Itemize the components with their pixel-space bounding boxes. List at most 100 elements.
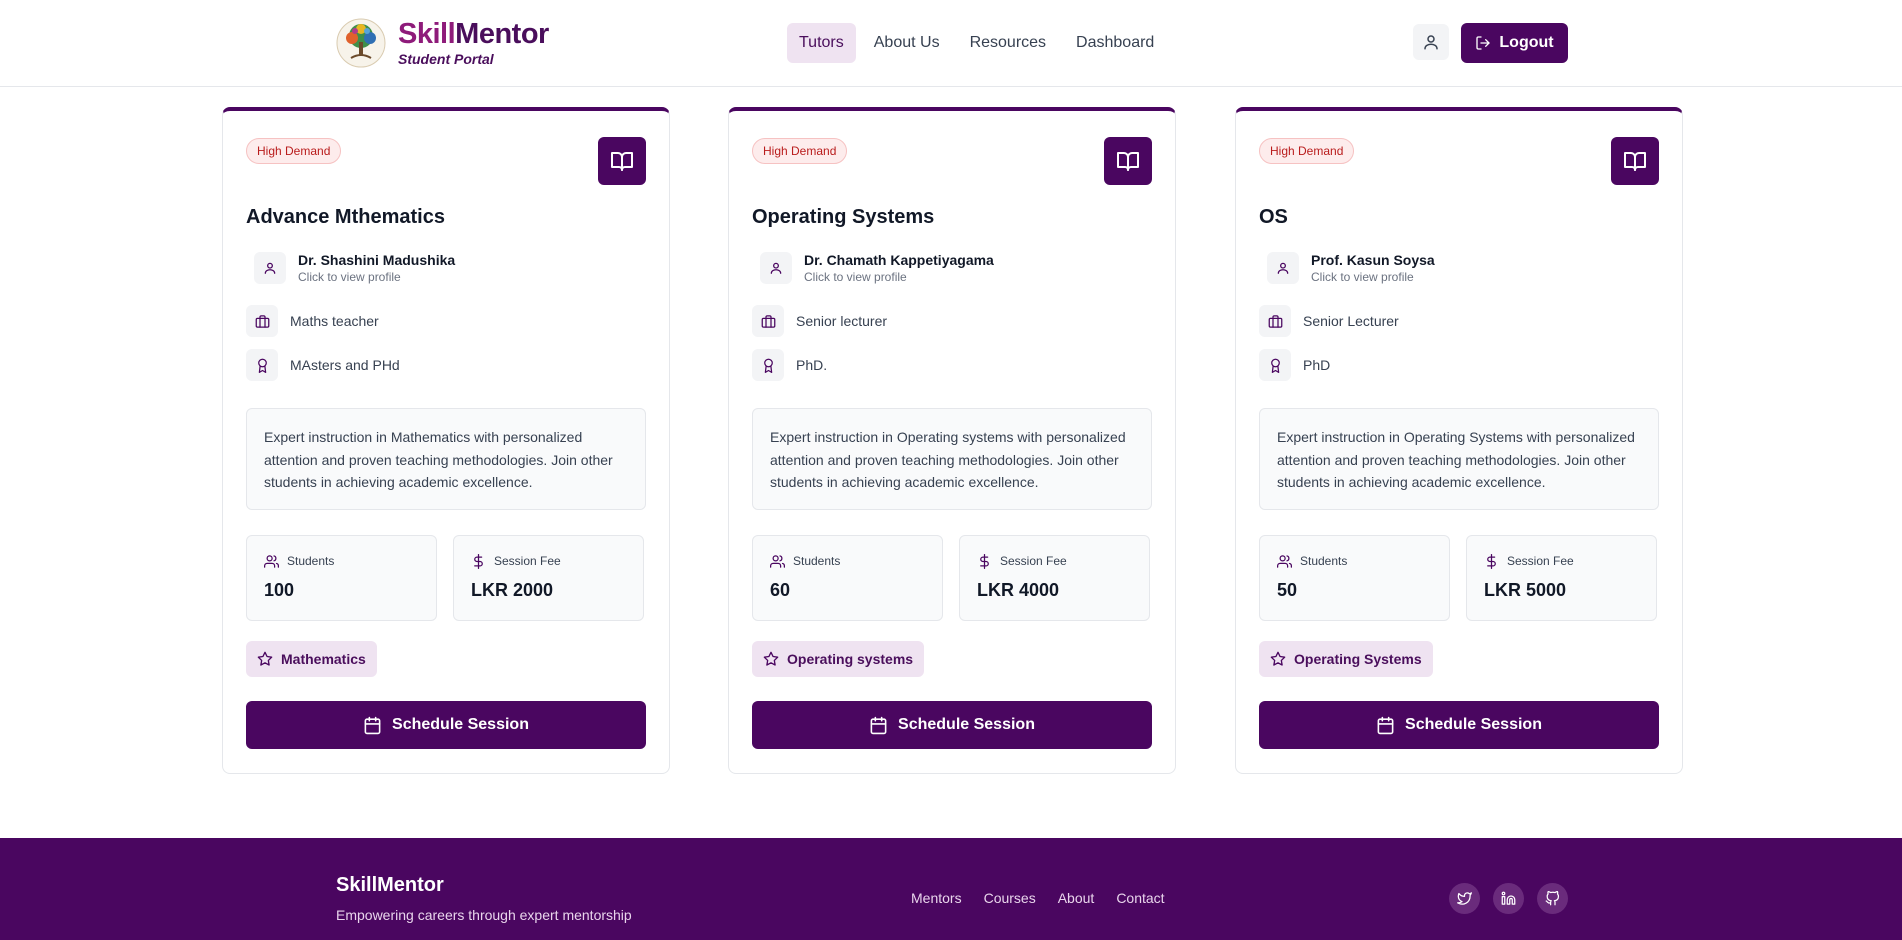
students-count: 60 — [770, 580, 791, 600]
briefcase-icon — [1268, 314, 1282, 328]
mentor-position: Senior Lecturer — [1259, 305, 1399, 337]
book-open-icon — [1117, 152, 1139, 171]
logout-button[interactable]: Logout — [1461, 23, 1568, 63]
book-open-icon — [611, 152, 633, 171]
mentor-name: Dr. Chamath Kappetiyagama — [804, 252, 994, 268]
award-icon — [257, 358, 267, 373]
students-stat: Students 50 — [1259, 535, 1450, 621]
course-title: Operating Systems — [752, 206, 935, 228]
linkedin-icon — [1501, 891, 1516, 905]
footer-link-courses[interactable]: Courses — [984, 890, 1036, 906]
course-description: Expert instruction in Operating Systems … — [1259, 408, 1659, 510]
tree-logo-icon — [336, 18, 386, 68]
nav-resources[interactable]: Resources — [958, 23, 1058, 63]
footer-link-contact[interactable]: Contact — [1116, 890, 1164, 906]
star-icon — [763, 651, 779, 666]
profile-hint: Click to view profile — [298, 270, 401, 284]
qualification-text: MAsters and PHd — [290, 357, 400, 373]
calendar-icon — [870, 716, 887, 734]
dollar-icon — [980, 553, 989, 569]
students-stat: Students 60 — [752, 535, 943, 621]
mentor-avatar — [1267, 252, 1299, 284]
session-fee-value: LKR 2000 — [471, 580, 554, 600]
position-text: Senior lecturer — [796, 313, 888, 329]
session-fee-stat: Session Fee LKR 4000 — [959, 535, 1150, 621]
mentor-qualification: MAsters and PHd — [246, 349, 400, 381]
mentor-position: Maths teacher — [246, 305, 379, 337]
schedule-session-button[interactable]: Schedule Session — [752, 701, 1152, 749]
dollar-icon — [1487, 553, 1496, 569]
mentor-position: Senior lecturer — [752, 305, 887, 337]
course-card: High Demand OS Prof. Kasun Soysa Click t… — [1235, 107, 1683, 774]
students-count: 50 — [1277, 580, 1298, 600]
profile-hint: Click to view profile — [804, 270, 907, 284]
linkedin-link[interactable] — [1493, 883, 1524, 914]
mentor-profile-link[interactable]: Prof. Kasun Soysa Click to view profile — [1267, 251, 1435, 285]
footer-link-mentors[interactable]: Mentors — [911, 890, 962, 906]
brand-logo[interactable]: SkillMentor Student Portal — [336, 18, 549, 68]
user-icon — [1277, 262, 1289, 274]
user-profile-button[interactable] — [1413, 24, 1449, 60]
subject-tag: Operating systems — [752, 641, 925, 677]
course-book-button[interactable] — [1104, 137, 1152, 185]
user-icon — [1424, 35, 1438, 50]
course-book-button[interactable] — [1611, 137, 1659, 185]
brand-subtitle: Student Portal — [398, 51, 494, 67]
students-count: 100 — [264, 580, 295, 600]
subject-tag: Operating Systems — [1259, 641, 1433, 677]
award-icon — [1270, 358, 1280, 373]
schedule-session-button[interactable]: Schedule Session — [1259, 701, 1659, 749]
high-demand-badge: High Demand — [246, 138, 342, 164]
user-icon — [770, 262, 782, 274]
user-icon — [264, 262, 276, 274]
session-fee-stat: Session Fee LKR 2000 — [453, 535, 644, 621]
course-card: High Demand Operating Systems Dr. Chamat… — [728, 107, 1176, 774]
course-description: Expert instruction in Operating systems … — [752, 408, 1152, 510]
top-navbar: SkillMentor Student Portal Tutors About … — [0, 0, 1902, 87]
course-description: Expert instruction in Mathematics with p… — [246, 408, 646, 510]
github-link[interactable] — [1537, 883, 1568, 914]
footer-tagline: Empowering careers through expert mentor… — [336, 907, 632, 923]
twitter-icon — [1457, 892, 1472, 905]
nav-about-us[interactable]: About Us — [862, 23, 952, 63]
footer: SkillMentor Empowering careers through e… — [0, 838, 1902, 940]
schedule-session-button[interactable]: Schedule Session — [246, 701, 646, 749]
nav-tutors[interactable]: Tutors — [787, 23, 856, 63]
footer-links: Mentors Courses About Contact — [911, 890, 1165, 906]
nav-dashboard[interactable]: Dashboard — [1064, 23, 1166, 63]
briefcase-icon — [255, 314, 269, 328]
high-demand-badge: High Demand — [1259, 138, 1355, 164]
mentor-qualification: PhD — [1259, 349, 1330, 381]
book-open-icon — [1624, 152, 1646, 171]
high-demand-badge: High Demand — [752, 138, 848, 164]
calendar-icon — [364, 716, 381, 734]
mentor-profile-link[interactable]: Dr. Chamath Kappetiyagama Click to view … — [760, 251, 994, 285]
session-fee-value: LKR 5000 — [1484, 580, 1567, 600]
users-icon — [1277, 554, 1292, 568]
social-links — [1449, 883, 1568, 914]
session-fee-value: LKR 4000 — [977, 580, 1060, 600]
position-text: Senior Lecturer — [1303, 313, 1399, 329]
twitter-link[interactable] — [1449, 883, 1480, 914]
footer-brand: SkillMentor — [336, 874, 444, 896]
logout-label: Logout — [1499, 34, 1554, 51]
mentor-profile-link[interactable]: Dr. Shashini Madushika Click to view pro… — [254, 251, 455, 285]
calendar-icon — [1377, 716, 1394, 734]
profile-hint: Click to view profile — [1311, 270, 1414, 284]
subject-tag: Mathematics — [246, 641, 377, 677]
footer-link-about[interactable]: About — [1058, 890, 1095, 906]
mentor-qualification: PhD. — [752, 349, 827, 381]
qualification-text: PhD — [1303, 357, 1331, 373]
mentor-name: Prof. Kasun Soysa — [1311, 252, 1435, 268]
brand-name: SkillMentor — [398, 18, 549, 50]
main-nav: Tutors About Us Resources Dashboard — [787, 23, 1166, 63]
star-icon — [257, 651, 273, 666]
mentor-avatar — [254, 252, 286, 284]
course-book-button[interactable] — [598, 137, 646, 185]
students-stat: Students 100 — [246, 535, 437, 621]
session-fee-stat: Session Fee LKR 5000 — [1466, 535, 1657, 621]
position-text: Maths teacher — [290, 313, 379, 329]
award-icon — [763, 358, 773, 373]
star-icon — [1270, 651, 1286, 666]
course-title: OS — [1259, 206, 1288, 228]
